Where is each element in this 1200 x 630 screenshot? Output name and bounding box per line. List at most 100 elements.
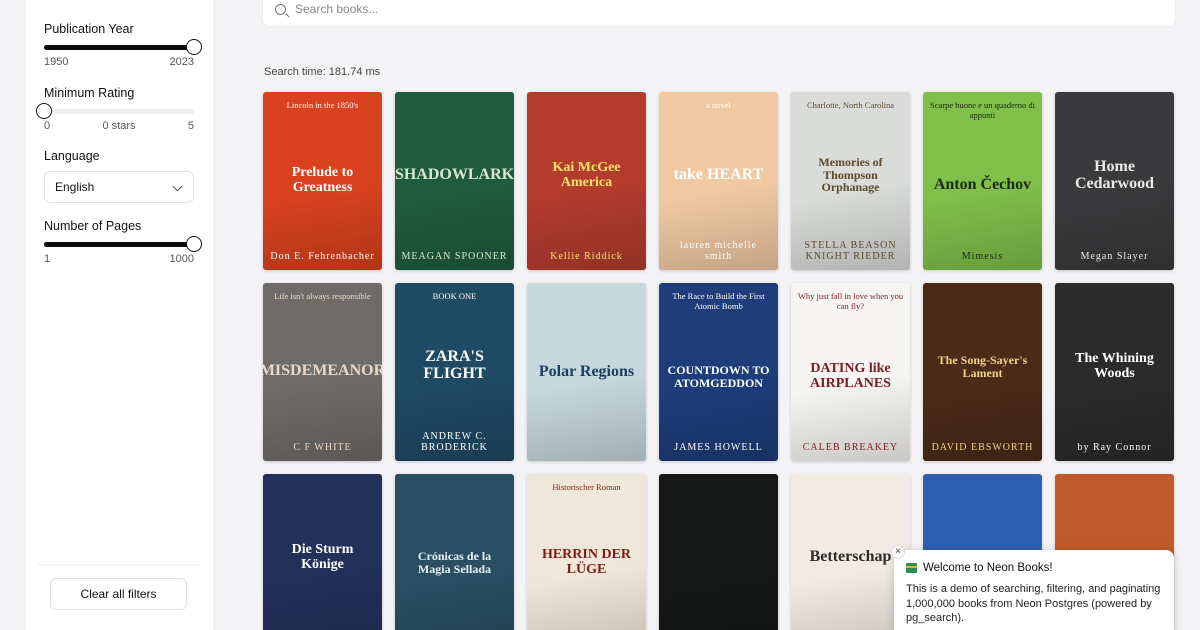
book-title: Polar Regions (538, 362, 635, 380)
book-subtitle: BOOK ONE (432, 291, 477, 301)
book-author: Mimesis (961, 250, 1004, 262)
book-title: COUNTDOWN TO ATOMGEDDON (667, 362, 770, 390)
language-filter: Language English (44, 149, 194, 203)
book-title: Memories of Thompson Orphanage (818, 155, 883, 195)
book-card[interactable]: Home Cedarwood Megan Slayer (1055, 92, 1174, 270)
minimum-rating-current: 0 stars (102, 120, 136, 132)
book-card[interactable]: Why just fall in love when you can fly? D… (791, 283, 910, 461)
books-icon (906, 563, 917, 573)
book-subtitle: Why just fall in love when you can fly? (797, 291, 904, 311)
search-bar[interactable] (262, 0, 1176, 27)
search-icon (275, 4, 286, 15)
book-card[interactable]: Crónicas de la Magia Sellada (395, 474, 514, 630)
minimum-rating-thumb[interactable] (36, 103, 52, 119)
welcome-toast: × Welcome to Neon Books! This is a demo … (891, 545, 1174, 630)
number-of-pages-thumb[interactable] (186, 236, 202, 252)
book-card[interactable]: BOOK ONE ZARA'S FLIGHT ANDREW C. BRODERICK (395, 283, 514, 461)
book-card[interactable]: The Race to Build the First Atomic Bomb C… (659, 283, 778, 461)
book-card[interactable]: Charlotte, North Carolina Memories of Tho… (791, 92, 910, 270)
book-author: Kellie Riddick (550, 251, 623, 262)
book-title: ZARA'S FLIGHT (423, 348, 486, 382)
book-subtitle: Charlotte, North Carolina (806, 100, 895, 110)
search-time: Search time: 181.74 ms (264, 66, 381, 78)
minimum-rating-min: 0 (44, 120, 51, 132)
number-of-pages-title: Number of Pages (44, 219, 142, 233)
book-subtitle: The Race to Build the First Atomic Bomb (672, 291, 765, 311)
book-title: Betterschap (809, 548, 892, 566)
book-title: Prelude to Greatness (291, 164, 354, 195)
book-author: ANDREW C. BRODERICK (421, 431, 488, 453)
book-title: HERRIN DER LÜGE (541, 546, 632, 577)
book-title: SHADOWLARK (395, 166, 514, 184)
language-title: Language (44, 149, 100, 163)
search-input[interactable] (295, 0, 1155, 19)
book-title: Die Sturm Könige (291, 541, 354, 572)
book-author: DAVID EBSWORTH (931, 442, 1034, 453)
language-selected: English (55, 180, 95, 194)
book-card[interactable]: The Whining Woods by Ray Connor (1055, 283, 1174, 461)
minimum-rating-range: 0 0 stars 5 (44, 120, 194, 132)
book-card[interactable] (659, 474, 778, 630)
minimum-rating-slider[interactable] (36, 103, 194, 119)
minimum-rating-max: 5 (187, 120, 194, 132)
book-card[interactable]: a novel take HEART lauren michelle smith (659, 92, 778, 270)
book-card[interactable]: Die Sturm KönigeKAI MEYER (263, 474, 382, 630)
book-title: DATING like AIRPLANES (810, 360, 891, 391)
sidebar-divider (38, 564, 201, 565)
number-of-pages-filter: Number of Pages 1 1000 (44, 219, 202, 265)
book-author: STELLA BEASON KNIGHT RIEDER (804, 240, 897, 262)
book-subtitle: Lincoln in the 1850's (286, 100, 359, 110)
book-title: Home Cedarwood (1074, 157, 1155, 192)
book-author: Don E. Fehrenbacher (270, 251, 375, 262)
book-author: by Ray Connor (1077, 442, 1152, 453)
book-card[interactable]: Historischer RomanHERRIN DER LÜGEKAI MEY… (527, 474, 646, 630)
filters-sidebar: Publication Year 1950 2023 Minimum Ratin… (26, 0, 213, 630)
chevron-down-icon (172, 181, 183, 192)
book-subtitle: Life isn't always responsible (274, 291, 371, 301)
clear-all-filters-button[interactable]: Clear all filters (50, 578, 187, 610)
book-author: C F WHITE (293, 441, 352, 453)
minimum-rating-title: Minimum Rating (44, 86, 135, 100)
toast-title-text: Welcome to Neon Books! (923, 562, 1053, 574)
book-subtitle: Historischer Roman (552, 482, 621, 492)
book-subtitle: a novel (706, 100, 731, 110)
book-card[interactable]: SHADOWLARK MEAGAN SPOONER (395, 92, 514, 270)
book-card[interactable]: The Song-Sayer's Lament DAVID EBSWORTH (923, 283, 1042, 461)
book-author: CALEB BREAKEY (802, 442, 899, 453)
book-title: Anton Čechov (933, 176, 1032, 194)
toast-body: This is a demo of searching, filtering, … (906, 583, 1161, 624)
book-author: lauren michelle smith (680, 239, 757, 262)
book-title: take HEART (673, 165, 764, 183)
book-title: The Whining Woods (1075, 350, 1154, 381)
publication-year-filter: Publication Year 1950 2023 (44, 22, 202, 68)
book-subtitle: Scarpe buone e un quaderno di appunti (929, 100, 1036, 120)
book-title: Crónicas de la Magia Sellada (417, 549, 492, 576)
number-of-pages-max: 1000 (169, 253, 194, 265)
minimum-rating-filter: Minimum Rating 0 0 stars 5 (36, 86, 194, 132)
publication-year-thumb[interactable] (186, 39, 202, 55)
number-of-pages-min: 1 (44, 253, 51, 265)
book-card[interactable]: Polar Regions (527, 283, 646, 461)
book-title: MISDEMEANOR (263, 362, 382, 380)
book-card[interactable]: Scarpe buone e un quaderno di appunti Ant… (923, 92, 1042, 270)
language-select[interactable]: English (44, 171, 194, 203)
publication-year-slider[interactable] (44, 39, 202, 55)
toast-title: Welcome to Neon Books! (906, 562, 1162, 574)
publication-year-max: 2023 (169, 56, 194, 68)
close-icon[interactable]: × (891, 545, 905, 559)
publication-year-range: 1950 2023 (44, 56, 194, 68)
book-card[interactable]: Life isn't always responsible MISDEMEANOR… (263, 283, 382, 461)
book-title: Kai McGee America (552, 159, 621, 190)
number-of-pages-fill (44, 242, 194, 247)
book-author: JAMES HOWELL (674, 442, 763, 453)
number-of-pages-range: 1 1000 (44, 253, 194, 265)
book-author: MEAGAN SPOONER (401, 250, 508, 262)
publication-year-title: Publication Year (44, 22, 134, 36)
book-title: The Song-Sayer's Lament (937, 352, 1028, 380)
book-card[interactable]: Lincoln in the 1850's Prelude to Greatnes… (263, 92, 382, 270)
publication-year-fill (44, 45, 194, 50)
book-card[interactable]: Kai McGee America Kellie Riddick (527, 92, 646, 270)
book-author: Megan Slayer (1080, 251, 1149, 262)
publication-year-min: 1950 (44, 56, 69, 68)
number-of-pages-slider[interactable] (44, 236, 202, 252)
